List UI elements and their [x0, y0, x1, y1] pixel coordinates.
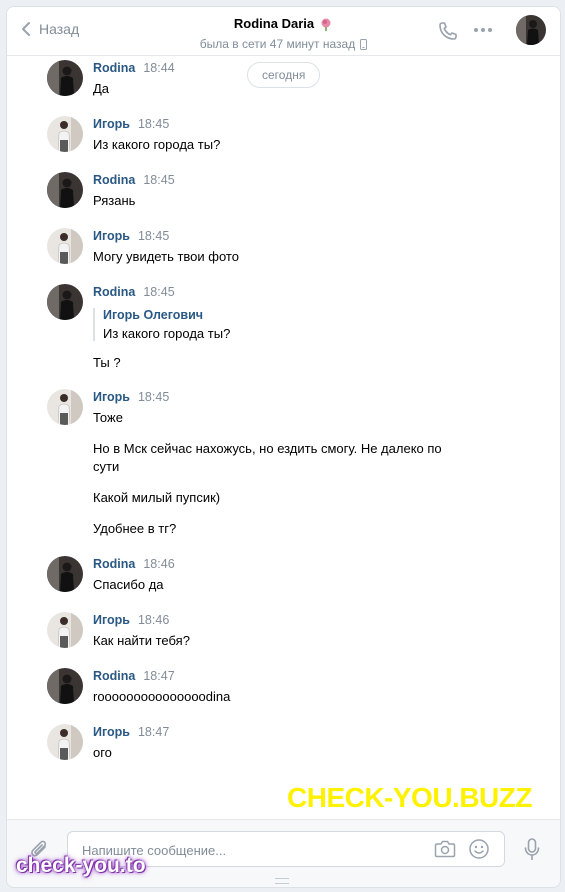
chat-title-text: Rodina Daria [233, 16, 315, 31]
message-meta: Rodina 18:44 [93, 61, 175, 75]
message-text: Но в Мск сейчас нахожусь, но ездить смог… [93, 441, 442, 474]
rose-emoji-icon [321, 18, 331, 31]
more-icon[interactable] [473, 27, 493, 33]
message-text: Из какого города ты? [93, 137, 221, 152]
message-author[interactable]: Игорь [93, 117, 130, 131]
message-author[interactable]: Rodina [93, 669, 135, 683]
resize-handle[interactable] [275, 878, 289, 884]
message-author[interactable]: Rodina [93, 173, 135, 187]
message-history[interactable]: сегодня Rodina 18:44 Да Игорь 18:45 Из как… [7, 56, 560, 817]
avatar[interactable] [47, 724, 83, 760]
message-author[interactable]: Игорь [93, 725, 130, 739]
message-time: 18:44 [143, 61, 175, 75]
reply-author: Игорь Олегович [103, 308, 204, 322]
chat-title[interactable]: Rodina Daria [234, 16, 333, 31]
phone-icon[interactable] [437, 20, 459, 42]
camera-icon[interactable] [434, 839, 456, 859]
online-status: была в сети 47 минут назад [199, 37, 368, 51]
message-text: rooooooooooooooodina [93, 689, 231, 704]
message-time: 18:47 [137, 725, 170, 739]
reply-quote[interactable]: Игорь Олегович Из какого города ты? [93, 308, 230, 341]
message-author[interactable]: Игорь [93, 613, 130, 627]
message-meta: Rodina 18:47 [93, 669, 175, 683]
chat-window: Назад Rodina Daria была в сети 47 минут … [6, 6, 561, 888]
mobile-icon [360, 38, 368, 50]
watermark-logo: CHECK-YOU.BUZZ [287, 782, 533, 813]
message-text: ого [93, 745, 112, 760]
message-meta: Игорь 18:45 [93, 117, 169, 131]
message-author[interactable]: Игорь [93, 390, 130, 404]
message-author[interactable]: Rodina [93, 61, 135, 75]
message-text: Да [93, 81, 110, 96]
message-time: 18:47 [143, 669, 175, 683]
message-time: 18:45 [137, 229, 170, 243]
message-meta: Игорь 18:46 [93, 613, 169, 627]
message-time: 18:46 [143, 557, 175, 571]
message-meta: Игорь 18:45 [93, 390, 169, 404]
watermark-logo-small: check-you.to [16, 854, 146, 877]
message-text: Тоже [93, 410, 123, 425]
message-author[interactable]: Rodina [93, 557, 135, 571]
avatar[interactable] [47, 172, 83, 208]
message-text: Рязань [93, 193, 136, 208]
message-meta: Rodina 18:46 [93, 557, 175, 571]
message-author[interactable]: Игорь [93, 229, 130, 243]
message-meta: Игорь 18:45 [93, 229, 169, 243]
message-time: 18:45 [143, 285, 175, 299]
chat-title-block: Rodina Daria была в сети 47 минут назад [7, 15, 560, 53]
message-time: 18:45 [143, 173, 175, 187]
avatar[interactable] [47, 668, 83, 704]
avatar[interactable] [47, 116, 83, 152]
message-author[interactable]: Rodina [93, 285, 135, 299]
message-text: Какой милый пупсик) [93, 490, 221, 505]
reply-text: Из какого города ты? [103, 326, 231, 341]
smile-icon[interactable] [468, 838, 490, 860]
message-text: Ты ? [93, 355, 121, 370]
message-time: 18:45 [137, 117, 170, 131]
avatar[interactable] [47, 284, 83, 320]
microphone-icon[interactable] [523, 837, 541, 863]
message-text: Спасибо да [93, 577, 164, 592]
message-text: Могу увидеть твои фото [93, 249, 239, 264]
message-time: 18:46 [137, 613, 170, 627]
message-meta: Rodina 18:45 [93, 173, 175, 187]
avatar[interactable] [47, 228, 83, 264]
avatar[interactable] [47, 556, 83, 592]
avatar[interactable] [47, 389, 83, 425]
avatar[interactable] [47, 60, 83, 96]
header-avatar[interactable] [516, 15, 546, 45]
message-text: Как найти тебя? [93, 633, 190, 648]
message-meta: Rodina 18:45 [93, 285, 175, 299]
message-meta: Игорь 18:47 [93, 725, 169, 739]
message-text: Удобнее в тг? [93, 521, 177, 536]
chat-header: Назад Rodina Daria была в сети 47 минут … [7, 7, 560, 56]
online-status-text: была в сети 47 минут назад [199, 37, 356, 51]
avatar[interactable] [47, 612, 83, 648]
message-time: 18:45 [137, 390, 170, 404]
